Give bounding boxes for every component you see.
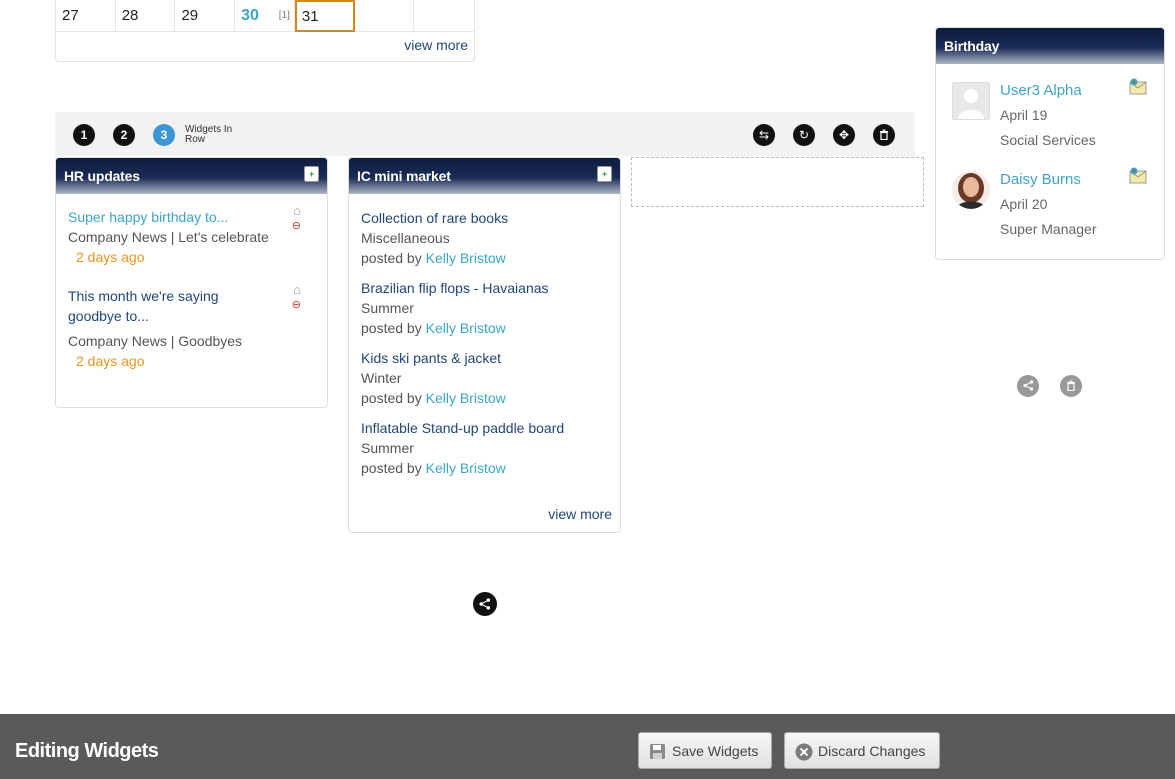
person-role: Super Manager [1000, 221, 1097, 237]
widget-header: IC mini market + [349, 158, 620, 194]
market-item-poster: posted by Kelly Bristow [361, 390, 506, 406]
widget-header: HR updates + [56, 158, 327, 194]
editing-bar: Editing Widgets Save Widgets Discard Cha… [0, 714, 1175, 779]
add-document-icon[interactable]: + [597, 166, 612, 182]
discard-changes-button[interactable]: Discard Changes [784, 732, 940, 769]
market-item: Collection of rare books Miscellaneous p… [349, 208, 620, 268]
share-icon[interactable] [473, 592, 497, 616]
widget-header: Birthday [936, 28, 1164, 64]
poster-link[interactable]: Kelly Bristow [426, 460, 506, 476]
calendar-week-row: 27 28 29 30 [1] 31 [56, 0, 474, 32]
market-item-category: Miscellaneous [361, 230, 450, 246]
market-item-poster: posted by Kelly Bristow [361, 250, 506, 266]
event-count: [1] [278, 10, 290, 21]
market-item-poster: posted by Kelly Bristow [361, 460, 506, 476]
news-age: 2 days ago [76, 249, 145, 265]
market-item: Brazilian flip flops - Havaianas Summer … [349, 278, 620, 338]
remove-document-icon[interactable]: ⊖ [292, 298, 301, 311]
add-document-icon[interactable]: + [304, 166, 319, 182]
widgets-in-row-label: Widgets In Row [185, 124, 233, 145]
news-item: Super happy birthday to... Company News … [56, 203, 327, 267]
market-item-title[interactable]: Collection of rare books [361, 208, 620, 228]
avatar[interactable] [952, 82, 990, 120]
calendar-day[interactable]: 29 [175, 0, 236, 32]
market-item-category: Summer [361, 300, 414, 316]
market-item-title[interactable]: Inflatable Stand-up paddle board [361, 418, 620, 438]
swap-icon[interactable]: ⇆ [753, 124, 775, 146]
calendar-widget: 27 28 29 30 [1] 31 view more [55, 0, 475, 62]
news-age: 2 days ago [76, 353, 145, 369]
news-meta: Company News | Goodbyes [68, 333, 243, 349]
person-name-link[interactable]: Daisy Burns [1000, 171, 1081, 188]
editing-bar-title: Editing Widgets [15, 740, 159, 762]
calendar-day[interactable] [414, 0, 474, 32]
market-item-title[interactable]: Kids ski pants & jacket [361, 348, 620, 368]
poster-link[interactable]: Kelly Bristow [426, 390, 506, 406]
home-icon[interactable]: ⌂ [293, 282, 301, 297]
calendar-day[interactable]: 27 [56, 0, 116, 32]
save-widgets-label: Save Widgets [672, 743, 759, 759]
poster-link[interactable]: Kelly Bristow [426, 250, 506, 266]
redo-icon[interactable]: ↻ [793, 124, 815, 146]
row-layout-1-button[interactable]: 1 [73, 124, 95, 146]
avatar[interactable] [952, 171, 990, 209]
trash-icon[interactable] [873, 124, 895, 146]
news-meta: Company News | Let's celebrate [68, 229, 269, 245]
birthday-date: April 19 [1000, 107, 1048, 123]
widget-row-toolbar: 1 2 3 Widgets In Row ⇆ ↻ ✥ [55, 112, 915, 156]
greeting-card-icon[interactable] [1128, 167, 1148, 185]
greeting-card-icon[interactable] [1128, 78, 1148, 96]
hr-updates-widget: HR updates + Super happy birthday to... … [55, 157, 328, 408]
calendar-day-with-event[interactable]: 30 [1] [235, 0, 295, 32]
market-view-more-link[interactable]: view more [548, 506, 612, 522]
widget-drop-placeholder[interactable] [631, 157, 924, 207]
poster-link[interactable]: Kelly Bristow [426, 320, 506, 336]
market-item-title[interactable]: Brazilian flip flops - Havaianas [361, 278, 620, 298]
row-layout-2-button[interactable]: 2 [113, 124, 135, 146]
market-item-poster: posted by Kelly Bristow [361, 320, 506, 336]
person-role: Social Services [1000, 132, 1096, 148]
birthday-widget: Birthday User3 Alpha April 19 Social Ser… [935, 27, 1165, 260]
news-title-link[interactable]: Super happy birthday to... [68, 207, 327, 227]
mini-market-widget: IC mini market + Collection of rare book… [348, 157, 621, 533]
close-circle-icon [795, 743, 813, 761]
widget-title: Birthday [944, 38, 1000, 54]
calendar-day[interactable]: 28 [116, 0, 176, 32]
person-name-link[interactable]: User3 Alpha [1000, 82, 1082, 99]
market-item-category: Summer [361, 440, 414, 456]
birthday-date: April 20 [1000, 196, 1048, 212]
save-widgets-button[interactable]: Save Widgets [638, 732, 772, 769]
market-item-category: Winter [361, 370, 402, 386]
move-icon[interactable]: ✥ [833, 124, 855, 146]
news-item: This month we're saying goodbye to... Co… [56, 282, 327, 371]
share-icon[interactable] [1017, 375, 1039, 397]
widget-title: IC mini market [357, 168, 451, 184]
remove-document-icon[interactable]: ⊖ [292, 219, 301, 232]
calendar-day[interactable] [355, 0, 415, 32]
market-item: Inflatable Stand-up paddle board Summer … [349, 418, 620, 478]
calendar-day-today[interactable]: 31 [294, 0, 355, 32]
calendar-view-more-link[interactable]: view more [404, 37, 468, 53]
widget-title: HR updates [64, 168, 140, 184]
discard-changes-label: Discard Changes [818, 743, 926, 759]
floppy-disk-icon [649, 743, 666, 760]
trash-icon[interactable] [1060, 375, 1082, 397]
home-icon[interactable]: ⌂ [293, 203, 301, 218]
news-title-link[interactable]: This month we're saying goodbye to... [68, 286, 258, 326]
row-layout-3-button[interactable]: 3 [153, 124, 175, 146]
market-item: Kids ski pants & jacket Winter posted by… [349, 348, 620, 408]
